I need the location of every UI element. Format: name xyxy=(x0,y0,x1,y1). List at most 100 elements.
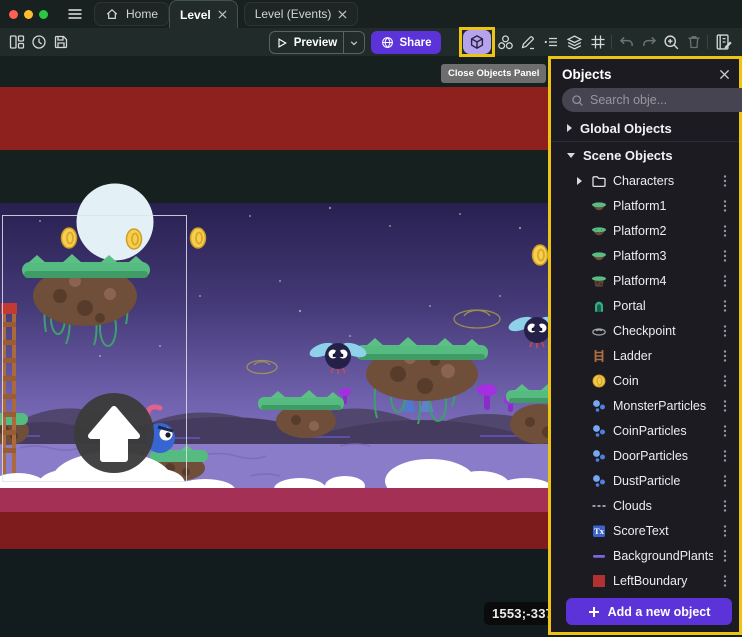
object-item-coinparticles[interactable]: CoinParticles xyxy=(551,418,739,443)
grid-button[interactable] xyxy=(588,32,608,52)
close-window-button[interactable] xyxy=(9,10,18,19)
undo-button[interactable] xyxy=(616,32,636,52)
add-object-button[interactable]: Add a new object xyxy=(566,598,732,625)
object-item-label: Characters xyxy=(613,174,713,188)
pencil-icon xyxy=(520,34,536,50)
share-button[interactable]: Share xyxy=(371,31,441,54)
object-item-coin[interactable]: Coin xyxy=(551,368,739,393)
kebab-menu-icon[interactable] xyxy=(718,524,732,538)
folder-thumbnail-icon xyxy=(590,173,608,189)
objects-cube-icon xyxy=(469,34,485,50)
close-panel-button[interactable] xyxy=(719,69,730,80)
play-icon xyxy=(276,37,288,49)
preview-button[interactable]: Preview xyxy=(269,31,365,54)
search-row xyxy=(551,85,739,115)
section-scene-objects[interactable]: Scene Objects xyxy=(551,142,739,168)
save-button[interactable] xyxy=(51,32,71,52)
kebab-menu-icon[interactable] xyxy=(718,499,732,513)
object-item-checkpoint[interactable]: Checkpoint xyxy=(551,318,739,343)
zoom-in-button[interactable] xyxy=(661,32,681,52)
maximize-window-button[interactable] xyxy=(39,10,48,19)
add-object-label: Add a new object xyxy=(608,605,711,619)
layers-button[interactable] xyxy=(564,32,584,52)
object-item-platform2[interactable]: Platform2 xyxy=(551,218,739,243)
object-item-characters[interactable]: Characters xyxy=(551,168,739,193)
jump-arrow-control[interactable] xyxy=(74,393,154,473)
tab-level-events[interactable]: Level (Events) xyxy=(244,2,359,26)
main-toolbar: Preview Share xyxy=(0,28,742,56)
section-global-objects[interactable]: Global Objects xyxy=(551,115,739,141)
panel-layout-icon xyxy=(9,34,25,50)
object-item-platform1[interactable]: Platform1 xyxy=(551,193,739,218)
kebab-menu-icon[interactable] xyxy=(718,324,732,338)
history-button[interactable] xyxy=(29,32,49,52)
particles-thumbnail-icon xyxy=(590,448,608,464)
kebab-menu-icon[interactable] xyxy=(718,174,732,188)
object-item-label: Checkpoint xyxy=(613,324,713,338)
dashes-thumbnail-icon xyxy=(590,498,608,514)
object-item-portal[interactable]: Portal xyxy=(551,293,739,318)
scene-properties-notebook-icon xyxy=(715,33,733,51)
scene-editor-canvas[interactable]: 1553;-337 xyxy=(0,56,558,637)
close-tab-button[interactable] xyxy=(338,10,347,19)
object-item-label: Portal xyxy=(613,299,713,313)
kebab-menu-icon[interactable] xyxy=(718,349,732,363)
kebab-menu-icon[interactable] xyxy=(718,449,732,463)
kebab-menu-icon[interactable] xyxy=(718,224,732,238)
object-item-platform4[interactable]: Platform4 xyxy=(551,268,739,293)
object-item-label: Ladder xyxy=(613,349,713,363)
particles-thumbnail-icon xyxy=(590,423,608,439)
redo-button[interactable] xyxy=(639,32,659,52)
object-list: Characters Platform1Platform2Platform3 Pla… xyxy=(551,168,739,632)
object-item-label: DoorParticles xyxy=(613,449,713,463)
close-tab-button[interactable] xyxy=(218,10,227,19)
kebab-menu-icon[interactable] xyxy=(718,299,732,313)
kebab-menu-icon[interactable] xyxy=(718,374,732,388)
object-search-input[interactable] xyxy=(590,93,742,107)
delete-button[interactable] xyxy=(684,32,704,52)
objects-panel: Objects Global Objects Scene Objects Cha… xyxy=(548,56,742,635)
object-groups-button[interactable] xyxy=(495,32,515,52)
object-item-leftboundary[interactable]: LeftBoundary xyxy=(551,568,739,593)
main-menu-button[interactable] xyxy=(58,0,92,28)
kebab-menu-icon[interactable] xyxy=(718,474,732,488)
section-label: Scene Objects xyxy=(583,148,673,163)
edit-button[interactable] xyxy=(518,32,538,52)
tab-label: Level (Events) xyxy=(255,7,332,21)
scene-render xyxy=(0,56,558,637)
object-search-box[interactable] xyxy=(562,88,742,112)
minimize-window-button[interactable] xyxy=(24,10,33,19)
object-item-backgroundplants[interactable]: BackgroundPlants xyxy=(551,543,739,568)
object-item-scoretext[interactable]: TxScoreText xyxy=(551,518,739,543)
kebab-menu-icon[interactable] xyxy=(718,274,732,288)
preview-label: Preview xyxy=(294,37,337,49)
object-item-label: Platform4 xyxy=(613,274,713,288)
scene-properties-button[interactable] xyxy=(714,32,734,52)
object-item-ladder[interactable]: Ladder xyxy=(551,343,739,368)
object-item-clouds[interactable]: Clouds xyxy=(551,493,739,518)
object-item-dustparticle[interactable]: DustParticle xyxy=(551,468,739,493)
hamburger-icon xyxy=(67,6,83,22)
window-controls xyxy=(0,0,58,28)
object-item-monsterparticles[interactable]: MonsterParticles xyxy=(551,393,739,418)
svg-text:Tx: Tx xyxy=(594,526,605,536)
panel-layout-button[interactable] xyxy=(7,32,27,52)
kebab-menu-icon[interactable] xyxy=(718,249,732,263)
object-item-doorparticles[interactable]: DoorParticles xyxy=(551,443,739,468)
kebab-menu-icon[interactable] xyxy=(718,199,732,213)
kebab-menu-icon[interactable] xyxy=(718,424,732,438)
app-window: Home Level Level (Events) xyxy=(0,0,742,637)
kebab-menu-icon[interactable] xyxy=(718,574,732,588)
kebab-menu-icon[interactable] xyxy=(718,549,732,563)
caret-down-icon xyxy=(567,153,575,158)
preview-dropdown-button[interactable] xyxy=(343,32,364,53)
object-item-platform3[interactable]: Platform3 xyxy=(551,243,739,268)
objects-panel-toggle-button[interactable] xyxy=(463,30,491,54)
particles-thumbnail-icon xyxy=(590,473,608,489)
instances-list-button[interactable] xyxy=(541,32,561,52)
kebab-menu-icon[interactable] xyxy=(718,399,732,413)
tab-level[interactable]: Level xyxy=(169,0,238,28)
moon xyxy=(77,184,154,261)
grid-icon xyxy=(590,34,606,50)
tab-home[interactable]: Home xyxy=(94,2,169,26)
